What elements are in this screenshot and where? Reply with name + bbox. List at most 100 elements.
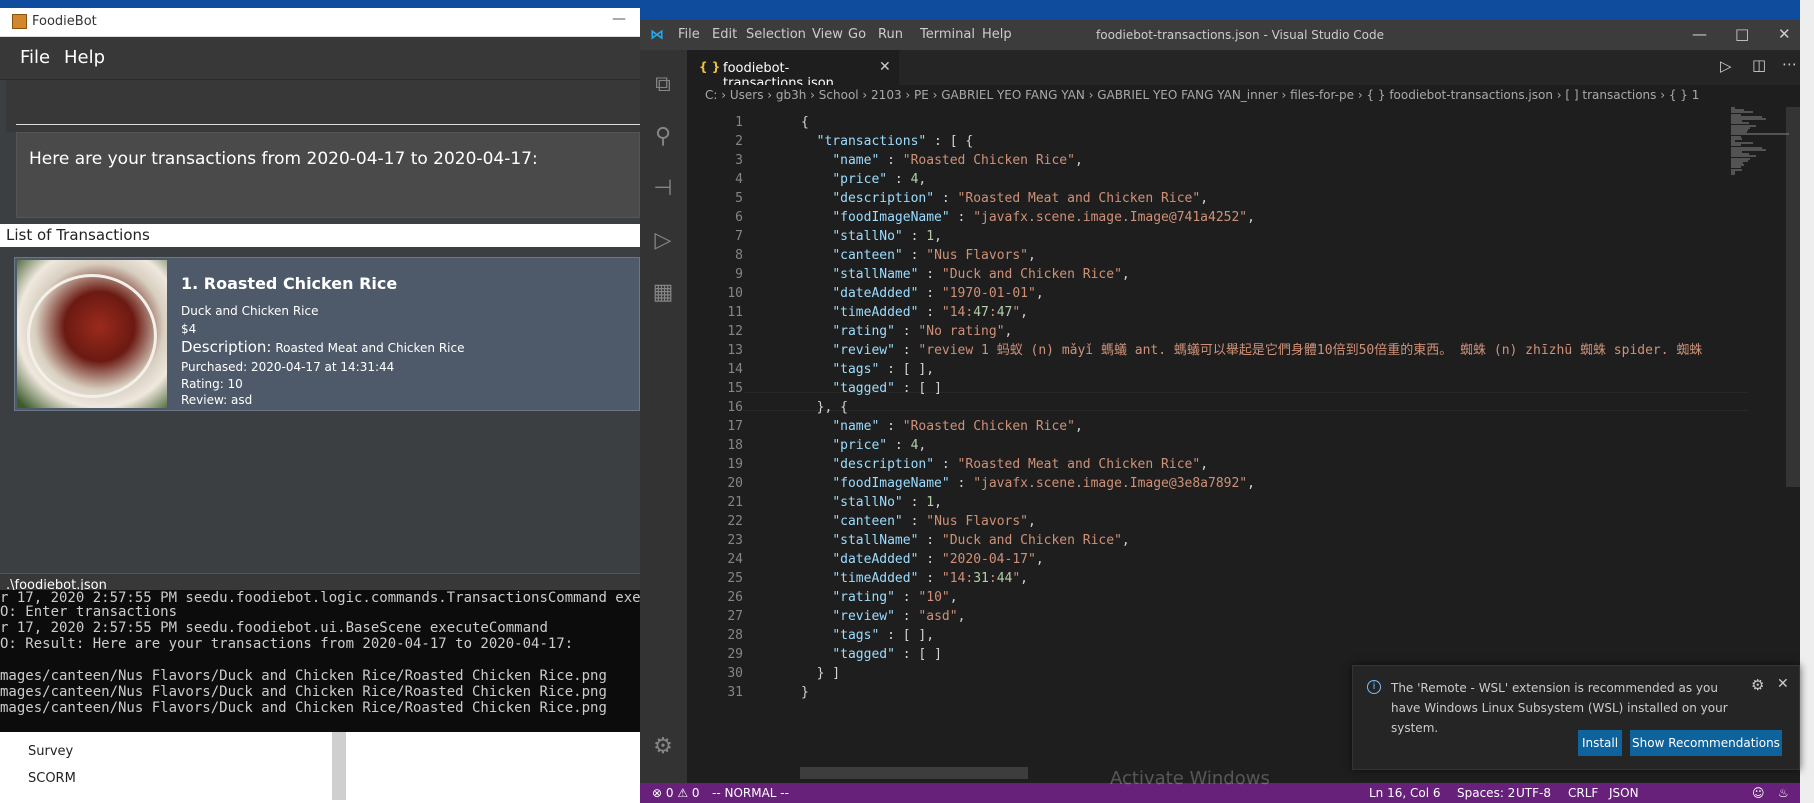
line-number: 24 [727, 552, 743, 567]
language-mode[interactable]: JSON [1609, 786, 1639, 800]
menu-file[interactable]: File [678, 27, 700, 42]
code-line[interactable]: "stallName" : "Duck and Chicken Rice", [801, 265, 1129, 284]
code-line[interactable]: } [801, 683, 809, 702]
vscode-titlebar[interactable]: ⋈ File Edit Selection View Go Run Termin… [640, 20, 1800, 50]
window-title: FoodieBot [32, 14, 97, 29]
run-debug-icon[interactable]: ▷ [650, 228, 676, 254]
code-line[interactable]: "foodImageName" : "javafx.scene.image.Im… [801, 208, 1255, 227]
scorm-link[interactable]: SCORM [28, 771, 76, 786]
command-box[interactable] [6, 80, 640, 132]
line-ending[interactable]: CRLF [1568, 786, 1598, 800]
run-icon[interactable]: ▷ [1720, 57, 1732, 75]
code-line[interactable]: "tagged" : [ ] [801, 379, 942, 398]
foodiebot-titlebar[interactable]: FoodieBot — [0, 8, 640, 37]
minimize-icon[interactable]: — [1692, 25, 1707, 43]
line-number: 5 [735, 191, 743, 206]
code-line[interactable]: "stallNo" : 1, [801, 493, 942, 512]
code-line[interactable]: { [801, 113, 809, 132]
transaction-card[interactable]: 1. Roasted Chicken Rice Duck and Chicken… [14, 257, 640, 411]
horizontal-scrollbar[interactable] [800, 767, 1028, 779]
line-number: 19 [727, 457, 743, 472]
close-icon[interactable]: ✕ [1778, 25, 1791, 43]
code-line[interactable]: "review" : "review 1 蚂蚁 (n) mǎyǐ 螞蟻 ant.… [801, 341, 1702, 360]
code-line[interactable]: "stallNo" : 1, [801, 227, 942, 246]
code-line[interactable]: "dateAdded" : "1970-01-01", [801, 284, 1043, 303]
notifications-bell-icon[interactable]: ♨ [1778, 786, 1789, 800]
install-button[interactable]: Install [1578, 730, 1622, 756]
more-actions-icon[interactable]: ⋯ [1782, 55, 1797, 73]
indentation[interactable]: Spaces: 2 [1457, 786, 1515, 800]
gear-icon[interactable]: ⚙ [650, 734, 676, 760]
line-number: 4 [735, 172, 743, 187]
cursor-position[interactable]: Ln 16, Col 6 [1369, 786, 1441, 800]
code-line[interactable]: }, { [801, 398, 848, 417]
feedback-icon[interactable]: ☺ [1752, 786, 1765, 800]
encoding[interactable]: UTF-8 [1516, 786, 1551, 800]
code-line[interactable]: } ] [801, 664, 841, 683]
code-line[interactable]: "rating" : "No rating", [801, 322, 1012, 341]
line-number: 31 [727, 685, 743, 700]
card-price: $4 [181, 322, 197, 336]
code-line[interactable]: "name" : "Roasted Chicken Rice", [801, 151, 1082, 170]
vertical-scrollbar[interactable] [1786, 107, 1800, 487]
info-icon: i [1367, 680, 1381, 694]
split-editor-icon[interactable]: ◫ [1752, 56, 1766, 74]
code-line[interactable]: "rating" : "10", [801, 588, 957, 607]
minimize-icon[interactable]: — [612, 11, 626, 27]
menu-terminal[interactable]: Terminal [920, 27, 975, 42]
tab-foodiebot-transactions[interactable]: { } foodiebot-transactions.json ✕ [687, 50, 899, 91]
code-line[interactable]: "canteen" : "Nus Flavors", [801, 512, 1036, 531]
maximize-icon[interactable]: □ [1735, 25, 1749, 43]
card-title: 1. Roasted Chicken Rice [181, 274, 398, 293]
browser-scrollbar[interactable] [332, 730, 346, 800]
code-line[interactable]: "review" : "asd", [801, 607, 965, 626]
gear-icon[interactable]: ⚙ [1751, 676, 1764, 694]
code-line[interactable]: "canteen" : "Nus Flavors", [801, 246, 1036, 265]
code-line[interactable]: "timeAdded" : "14:47:47", [801, 303, 1028, 322]
menu-go[interactable]: Go [848, 27, 866, 42]
survey-link[interactable]: Survey [28, 744, 73, 759]
code-line[interactable]: "tags" : [ ], [801, 626, 934, 645]
line-number: 30 [727, 666, 743, 681]
code-line[interactable]: "price" : 4, [801, 436, 926, 455]
line-number: 17 [727, 419, 743, 434]
code-line[interactable]: "price" : 4, [801, 170, 926, 189]
search-icon[interactable]: ⚲ [650, 124, 676, 150]
code-line[interactable]: "stallName" : "Duck and Chicken Rice", [801, 531, 1129, 550]
menu-help[interactable]: Help [982, 27, 1012, 42]
breadcrumb-path[interactable]: C: › Users › gb3h › School › 2103 › PE ›… [705, 88, 1699, 102]
plate-shape [27, 274, 157, 398]
code-line[interactable]: "description" : "Roasted Meat and Chicke… [801, 455, 1208, 474]
close-tab-icon[interactable]: ✕ [879, 59, 891, 75]
foodiebot-logo-icon [12, 14, 27, 29]
code-line[interactable]: "foodImageName" : "javafx.scene.image.Im… [801, 474, 1255, 493]
show-recommendations-button[interactable]: Show Recommendations [1630, 730, 1782, 756]
menu-help[interactable]: Help [64, 47, 105, 68]
menu-file[interactable]: File [20, 47, 50, 68]
code-line[interactable]: "name" : "Roasted Chicken Rice", [801, 417, 1082, 436]
code-line[interactable]: "transactions" : [ { [801, 132, 974, 151]
browser-sidebar [0, 725, 345, 803]
code-line[interactable]: "tags" : [ ], [801, 360, 934, 379]
line-number: 20 [727, 476, 743, 491]
extensions-icon[interactable]: ▦ [650, 280, 676, 306]
source-control-icon[interactable]: ⊣ [650, 176, 676, 202]
menu-selection[interactable]: Selection [746, 27, 806, 42]
line-number: 3 [735, 153, 743, 168]
json-file-icon: { } [699, 60, 721, 74]
code-line[interactable]: "description" : "Roasted Meat and Chicke… [801, 189, 1208, 208]
explorer-icon[interactable]: ⧉ [650, 72, 676, 98]
menu-run[interactable]: Run [878, 27, 903, 42]
line-number: 18 [727, 438, 743, 453]
code-line[interactable]: "dateAdded" : "2020-04-17", [801, 550, 1043, 569]
line-number: 11 [727, 305, 743, 320]
problems-count[interactable]: ⊗ 0 ⚠ 0 [652, 786, 700, 800]
close-icon[interactable]: ✕ [1777, 676, 1789, 692]
menu-edit[interactable]: Edit [712, 27, 737, 42]
line-number: 14 [727, 362, 743, 377]
code-line[interactable]: "timeAdded" : "14:31:44", [801, 569, 1028, 588]
line-number: 23 [727, 533, 743, 548]
menu-view[interactable]: View [812, 27, 843, 42]
description-label: Description: [181, 338, 272, 356]
code-line[interactable]: "tagged" : [ ] [801, 645, 942, 664]
